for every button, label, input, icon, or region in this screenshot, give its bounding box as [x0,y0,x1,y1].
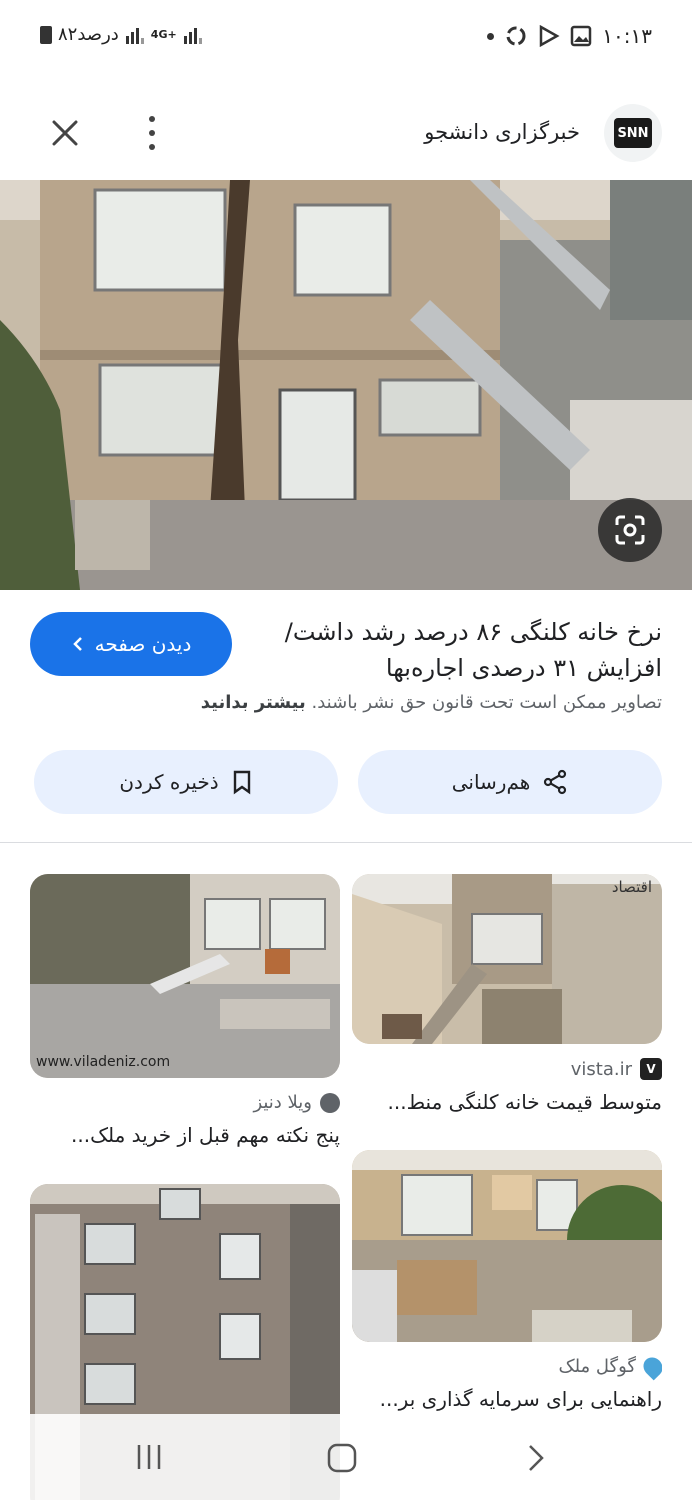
result-meta[interactable]: V vista.ir متوسط قیمت خانه کلنگی منط... [352,1058,662,1114]
copyright-text: تصاویر ممکن است تحت قانون حق نشر باشند. [311,692,662,713]
notification-icons [487,24,592,48]
signal-icon-2 [183,27,202,44]
result-source: vista.ir [570,1058,632,1080]
result-caption: راهنمایی برای سرمایه گذاری بر... [379,1387,662,1411]
battery-icon [40,25,52,44]
visit-page-button[interactable]: دیدن صفحه [30,612,232,676]
result-meta[interactable]: ویلا دنیز پنج نکته مهم قبل از خرید ملک..… [30,1092,340,1147]
share-label: هم‌رسانی [451,770,531,794]
result-caption: پنج نکته مهم قبل از خرید ملک... [71,1123,340,1147]
lens-search-button[interactable] [598,498,662,562]
result-thumbnail[interactable]: www.viladeniz.com [30,874,340,1078]
share-button[interactable]: هم‌رسانی [358,750,662,814]
status-left: ۸۲درصد 4G+ [40,24,203,45]
result-source: گوگل ملک [558,1356,636,1377]
network-type: 4G+ [150,28,177,41]
viewer-header: SNN خبرگزاری دانشجو [0,96,692,172]
system-nav-bar [0,1414,692,1500]
lens-icon [615,515,645,545]
battery-percent: ۸۲درصد [58,24,119,45]
result-image [352,874,662,1044]
result-caption: متوسط قیمت خانه کلنگی منط... [387,1090,663,1114]
main-image-photo [0,180,692,590]
chevron-left-icon [72,637,82,651]
result-source-row: ویلا دنیز [30,1092,340,1113]
result-source-row: گوگل ملک [352,1356,662,1380]
source-logo[interactable]: SNN [604,104,662,162]
visit-label: دیدن صفحه [94,632,192,656]
play-store-icon [539,25,560,47]
result-thumbnail[interactable] [352,1150,662,1342]
result-source-row: V vista.ir [352,1058,662,1080]
save-button[interactable]: ذخیره کردن [34,750,338,814]
dot-icon [487,32,494,40]
back-icon[interactable] [524,1442,548,1474]
globe-icon [320,1092,340,1113]
result-source: ویلا دنیز [253,1092,312,1113]
source-logo-text: SNN [614,118,652,148]
save-label: ذخیره کردن [119,770,219,794]
result-overlay-watermark: www.viladeniz.com [36,1054,171,1070]
divider [0,842,692,843]
status-bar: ۸۲درصد 4G+ ۱۰:۱۳ [0,0,692,76]
recycle-icon [506,26,526,46]
map-pin-icon [639,1356,662,1380]
result-image [352,1150,662,1342]
result-meta[interactable]: گوگل ملک راهنمایی برای سرمایه گذاری بر..… [352,1356,662,1411]
clock: ۱۰:۱۳ [602,24,652,48]
vista-logo-icon: V [640,1058,662,1080]
result-image [30,874,340,1078]
close-icon[interactable] [48,116,82,150]
recent-apps-icon[interactable] [134,1442,164,1472]
image-icon [570,25,592,47]
share-icon [544,769,567,795]
home-icon[interactable] [326,1442,358,1474]
signal-icon [125,27,144,44]
source-name[interactable]: خبرگزاری دانشجو [424,120,580,144]
learn-more-link[interactable]: بیشتر بدانید [201,692,306,713]
result-overlay-logo: اقتصاد [611,878,652,896]
image-title[interactable]: نرخ خانه کلنگی ۸۶ درصد رشد داشت/ افزایش … [262,614,662,686]
main-image[interactable] [0,180,692,590]
result-thumbnail[interactable]: اقتصاد [352,874,662,1044]
more-options-icon[interactable] [140,116,164,150]
copyright-notice: تصاویر ممکن است تحت قانون حق نشر باشند. … [201,692,662,713]
bookmark-icon [233,770,250,795]
